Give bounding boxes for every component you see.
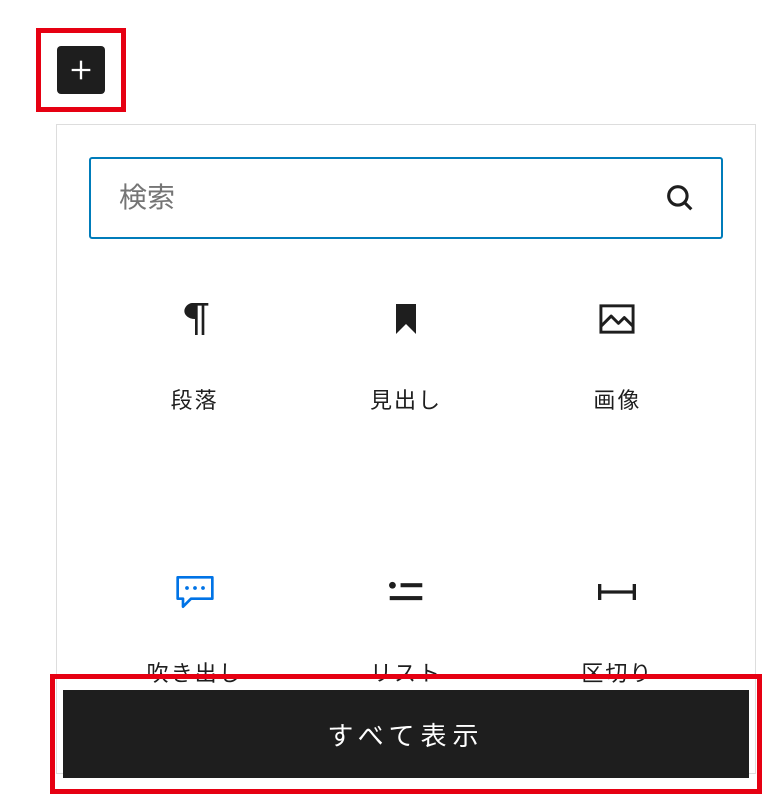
image-icon — [597, 299, 637, 339]
separator-icon — [597, 572, 637, 612]
search-icon — [663, 181, 697, 215]
block-item-image[interactable]: 画像 — [512, 299, 723, 500]
bookmark-icon — [386, 299, 426, 339]
block-item-paragraph[interactable]: 段落 — [89, 299, 300, 500]
speech-bubble-icon — [175, 572, 215, 612]
paragraph-icon — [175, 299, 215, 339]
plus-icon — [67, 56, 95, 84]
add-button-highlight — [36, 28, 126, 112]
add-block-button[interactable] — [57, 46, 105, 94]
block-label: 見出し — [370, 383, 442, 415]
search-input[interactable] — [119, 182, 663, 214]
block-label: 画像 — [593, 383, 641, 415]
show-all-highlight: すべて表示 — [50, 674, 762, 794]
search-container — [89, 157, 723, 239]
show-all-button[interactable]: すべて表示 — [63, 690, 749, 778]
block-label: 段落 — [171, 383, 219, 415]
list-icon — [386, 572, 426, 612]
block-item-heading[interactable]: 見出し — [300, 299, 511, 500]
